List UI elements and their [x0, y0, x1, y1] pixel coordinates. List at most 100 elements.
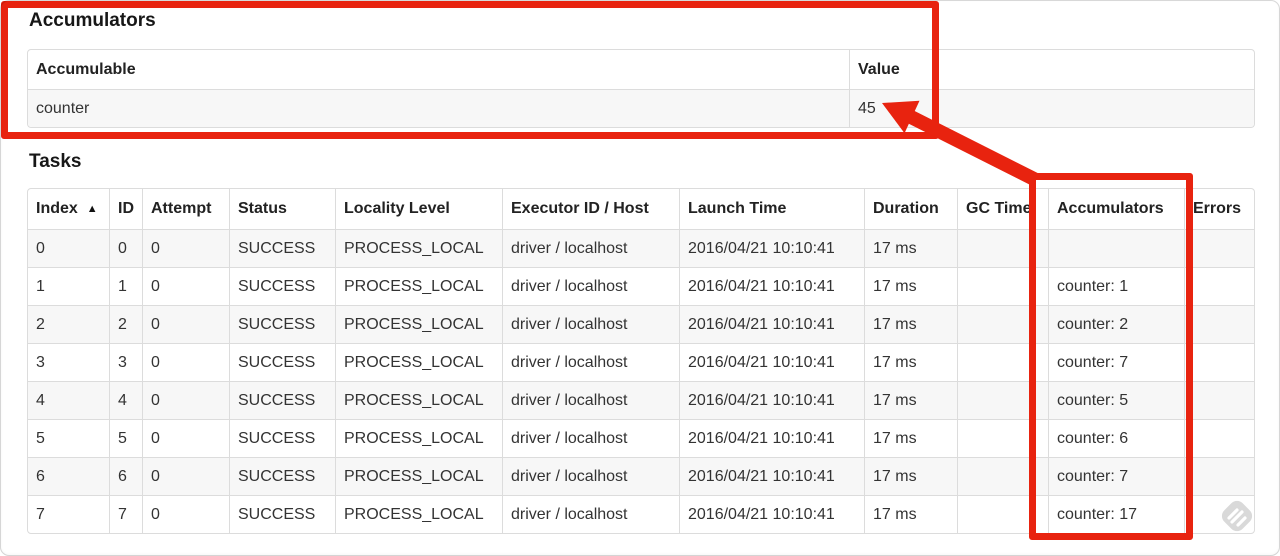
cell-id: 3 [109, 343, 142, 381]
cell-errors [1184, 343, 1254, 381]
cell-attempt: 0 [142, 343, 229, 381]
tasks-heading: Tasks [29, 151, 82, 172]
column-header-label: Accumulators [1057, 200, 1164, 217]
column-header-duration[interactable]: Duration [864, 189, 957, 229]
column-header-accumulable[interactable]: Accumulable [28, 50, 849, 89]
cell-executor_id_host: driver / localhost [502, 419, 679, 457]
cell-locality_level: PROCESS_LOCAL [335, 495, 502, 533]
column-header-errors[interactable]: Errors [1184, 189, 1254, 229]
cell-errors [1184, 229, 1254, 267]
accumulators-section: Accumulators Accumulable Value counter 4… [27, 8, 1255, 128]
cell-locality_level: PROCESS_LOCAL [335, 457, 502, 495]
cell-attempt: 0 [142, 305, 229, 343]
cell-index: 1 [28, 267, 109, 305]
column-header-launch_time[interactable]: Launch Time [679, 189, 864, 229]
cell-attempt: 0 [142, 495, 229, 533]
cell-duration: 17 ms [864, 229, 957, 267]
tasks-table: Index ▲ ID Attempt Status Locality Level Execu… [27, 188, 1255, 534]
table-header-row: Index ▲ ID Attempt Status Locality Level Execu… [28, 189, 1254, 229]
column-header-status[interactable]: Status [229, 189, 335, 229]
cell-id: 7 [109, 495, 142, 533]
cell-gc_time [957, 419, 1048, 457]
table-row: 4 4 0 SUCCESS PROCESS_LOCAL driver / localhos… [28, 381, 1254, 419]
cell-launch_time: 2016/04/21 10:10:41 [679, 267, 864, 305]
cell-duration: 17 ms [864, 457, 957, 495]
cell-index: 4 [28, 381, 109, 419]
cell-attempt: 0 [142, 229, 229, 267]
cell-launch_time: 2016/04/21 10:10:41 [679, 229, 864, 267]
column-header-locality_level[interactable]: Locality Level [335, 189, 502, 229]
cell-attempt: 0 [142, 381, 229, 419]
cell-executor_id_host: driver / localhost [502, 229, 679, 267]
cell-status: SUCCESS [229, 305, 335, 343]
column-header-accumulators[interactable]: Accumulators [1048, 189, 1184, 229]
cell-errors [1184, 267, 1254, 305]
table-row: 6 6 0 SUCCESS PROCESS_LOCAL driver / localhos… [28, 457, 1254, 495]
cell-launch_time: 2016/04/21 10:10:41 [679, 457, 864, 495]
column-header-executor_id_host[interactable]: Executor ID / Host [502, 189, 679, 229]
cell-accumulators: counter: 5 [1048, 381, 1184, 419]
table-row: 2 2 0 SUCCESS PROCESS_LOCAL driver / localhos… [28, 305, 1254, 343]
table-header-row: Accumulable Value [28, 50, 1254, 89]
cell-index: 3 [28, 343, 109, 381]
cell-id: 4 [109, 381, 142, 419]
cell-attempt: 0 [142, 267, 229, 305]
column-header-label: Status [238, 200, 287, 217]
cell-executor_id_host: driver / localhost [502, 457, 679, 495]
cell-duration: 17 ms [864, 267, 957, 305]
column-header-label: Launch Time [688, 200, 787, 217]
cell-errors [1184, 305, 1254, 343]
column-header-label: Errors [1193, 200, 1242, 217]
column-header-label: ID [118, 200, 134, 217]
cell-accumulators: counter: 1 [1048, 267, 1184, 305]
column-header-label: Index [36, 200, 78, 217]
cell-locality_level: PROCESS_LOCAL [335, 419, 502, 457]
cell-errors [1184, 419, 1254, 457]
cell-errors [1184, 495, 1254, 533]
accumulators-heading: Accumulators [29, 10, 156, 31]
cell-status: SUCCESS [229, 495, 335, 533]
cell-value: 45 [849, 89, 1254, 127]
cell-errors [1184, 457, 1254, 495]
column-header-label: Locality Level [344, 200, 450, 217]
table-row: 1 1 0 SUCCESS PROCESS_LOCAL driver / localhos… [28, 267, 1254, 305]
column-header-index[interactable]: Index ▲ [28, 189, 109, 229]
cell-gc_time [957, 381, 1048, 419]
column-header-value[interactable]: Value [849, 50, 1254, 89]
column-header-id[interactable]: ID [109, 189, 142, 229]
cell-index: 0 [28, 229, 109, 267]
cell-locality_level: PROCESS_LOCAL [335, 267, 502, 305]
table-row: 7 7 0 SUCCESS PROCESS_LOCAL driver / localhos… [28, 495, 1254, 533]
cell-accumulators: counter: 6 [1048, 419, 1184, 457]
cell-index: 6 [28, 457, 109, 495]
cell-id: 0 [109, 229, 142, 267]
sort-ascending-icon: ▲ [86, 203, 98, 215]
cell-index: 5 [28, 419, 109, 457]
table-row: 3 3 0 SUCCESS PROCESS_LOCAL driver / localhos… [28, 343, 1254, 381]
cell-status: SUCCESS [229, 343, 335, 381]
cell-executor_id_host: driver / localhost [502, 381, 679, 419]
cell-status: SUCCESS [229, 457, 335, 495]
tasks-section: Tasks Index ▲ ID Attempt Status Locality Leve… [27, 149, 1255, 534]
column-header-label: Duration [873, 200, 939, 217]
column-header-attempt[interactable]: Attempt [142, 189, 229, 229]
cell-locality_level: PROCESS_LOCAL [335, 343, 502, 381]
cell-accumulators: counter: 7 [1048, 457, 1184, 495]
cell-index: 2 [28, 305, 109, 343]
cell-gc_time [957, 305, 1048, 343]
cell-duration: 17 ms [864, 495, 957, 533]
cell-gc_time [957, 495, 1048, 533]
cell-gc_time [957, 267, 1048, 305]
cell-launch_time: 2016/04/21 10:10:41 [679, 305, 864, 343]
cell-executor_id_host: driver / localhost [502, 495, 679, 533]
column-header-gc_time[interactable]: GC Time [957, 189, 1048, 229]
cell-executor_id_host: driver / localhost [502, 305, 679, 343]
cell-accumulators: counter: 7 [1048, 343, 1184, 381]
cell-gc_time [957, 343, 1048, 381]
cell-id: 5 [109, 419, 142, 457]
cell-id: 6 [109, 457, 142, 495]
cell-errors [1184, 381, 1254, 419]
accumulators-table: Accumulable Value counter 45 [27, 49, 1255, 128]
cell-gc_time [957, 229, 1048, 267]
cell-status: SUCCESS [229, 419, 335, 457]
